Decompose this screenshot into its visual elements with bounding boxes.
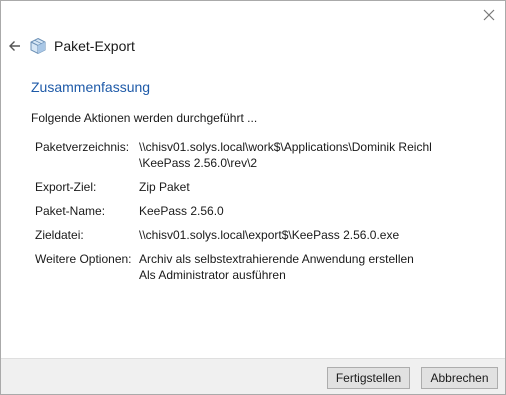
- back-button[interactable]: [8, 39, 22, 53]
- summary-value: \\chisv01.solys.local\work$\Applications…: [139, 139, 459, 171]
- wizard-title: Paket-Export: [54, 38, 135, 54]
- package-icon: [29, 37, 47, 55]
- summary-row-package-name: Paket-Name: KeePass 2.56.0: [35, 203, 459, 219]
- summary-row-export-target: Export-Ziel: Zip Paket: [35, 179, 459, 195]
- summary-value-line: \\chisv01.solys.local\export$\KeePass 2.…: [139, 228, 400, 242]
- summary-value-line: Als Administrator ausführen: [139, 268, 286, 282]
- summary-value: Archiv als selbstextrahierende Anwendung…: [139, 251, 459, 283]
- summary-value: \\chisv01.solys.local\export$\KeePass 2.…: [139, 227, 459, 243]
- summary-value-line: KeePass 2.56.0: [139, 204, 224, 218]
- summary-label: Weitere Optionen:: [35, 252, 132, 266]
- summary-row-target-file: Zieldatei: \\chisv01.solys.local\export$…: [35, 227, 459, 243]
- finish-button[interactable]: Fertigstellen: [327, 367, 410, 389]
- intro-text: Folgende Aktionen werden durchgeführt ..…: [31, 111, 258, 125]
- summary-label: Zieldatei:: [35, 228, 84, 242]
- section-title: Zusammenfassung: [31, 79, 151, 95]
- summary-label: Export-Ziel:: [35, 180, 97, 194]
- summary-value-line: \\chisv01.solys.local\work$\Applications…: [139, 140, 432, 154]
- summary-value-line: Zip Paket: [139, 180, 190, 194]
- close-button[interactable]: [481, 7, 497, 23]
- cancel-button[interactable]: Abbrechen: [421, 367, 498, 389]
- wizard-header: Paket-Export: [8, 35, 135, 57]
- summary-list: Paketverzeichnis: \\chisv01.solys.local\…: [35, 139, 459, 291]
- footer-bar: Fertigstellen Abbrechen: [1, 358, 505, 394]
- summary-value: KeePass 2.56.0: [139, 203, 459, 219]
- summary-label: Paket-Name:: [35, 204, 106, 218]
- summary-row-more-options: Weitere Optionen: Archiv als selbstextra…: [35, 251, 459, 283]
- summary-value: Zip Paket: [139, 179, 459, 195]
- summary-value-line: Archiv als selbstextrahierende Anwendung…: [139, 252, 414, 266]
- close-icon: [483, 9, 495, 21]
- summary-label: Paketverzeichnis:: [35, 140, 130, 154]
- back-arrow-icon: [9, 41, 20, 51]
- export-wizard-window: Paket-Export Zusammenfassung Folgende Ak…: [0, 0, 506, 395]
- summary-value-line: \KeePass 2.56.0\rev\2: [139, 156, 258, 170]
- summary-row-package-directory: Paketverzeichnis: \\chisv01.solys.local\…: [35, 139, 459, 171]
